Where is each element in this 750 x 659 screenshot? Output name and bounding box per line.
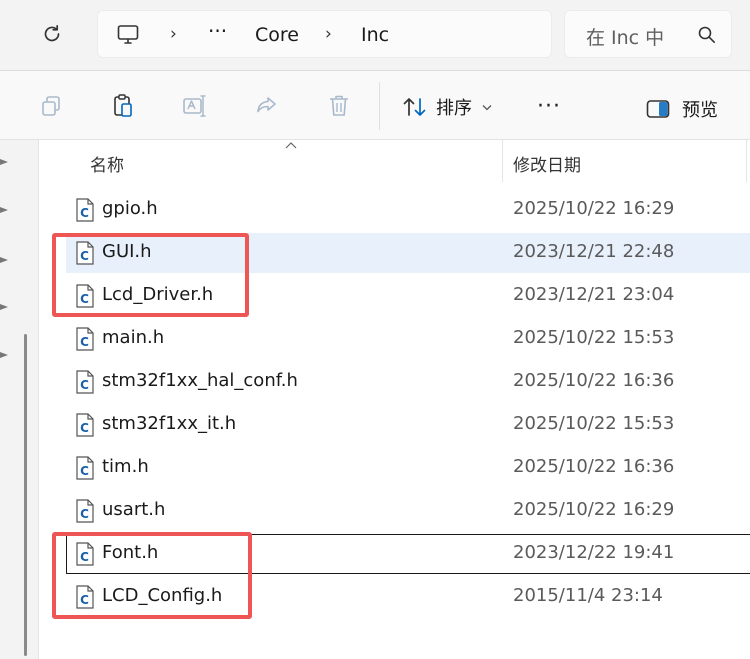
pin-icon[interactable]	[0, 157, 10, 167]
navigation-pane	[0, 140, 38, 659]
share-button[interactable]	[252, 91, 282, 121]
column-header-date[interactable]: 修改日期	[513, 151, 581, 176]
address-area: › ··· Core › Inc 在 Inc 中	[0, 0, 750, 70]
svg-text:C: C	[80, 335, 89, 349]
file-row[interactable]: C stm32f1xx_hal_conf.h 2025/10/22 16:36	[66, 362, 750, 402]
column-header-name[interactable]: 名称	[90, 151, 124, 176]
file-date: 2015/11/4 23:14	[513, 585, 663, 606]
sort-icon	[403, 98, 426, 116]
svg-text:C: C	[80, 378, 89, 392]
svg-text:C: C	[80, 507, 89, 521]
preview-label: 预览	[682, 100, 718, 121]
pin-icon[interactable]	[0, 350, 10, 360]
copy-icon	[42, 96, 60, 116]
c-header-file-icon: C	[76, 327, 94, 351]
breadcrumb-inc[interactable]: Inc	[361, 24, 389, 46]
pin-icon[interactable]	[0, 205, 10, 215]
rename-button[interactable]	[180, 91, 210, 121]
file-date: 2025/10/22 16:36	[513, 456, 675, 477]
preview-button[interactable]: 预览	[646, 96, 718, 122]
address-bar[interactable]: › ··· Core › Inc	[97, 10, 552, 58]
command-bar	[0, 71, 750, 139]
svg-text:C: C	[80, 421, 89, 435]
search-placeholder[interactable]: 在 Inc 中	[586, 23, 664, 50]
file-row[interactable]: C gpio.h 2025/10/22 16:29	[66, 190, 750, 230]
sort-label: 排序	[436, 98, 472, 119]
file-date: 2025/10/22 16:29	[513, 198, 675, 219]
file-row[interactable]: C tim.h 2025/10/22 16:36	[66, 448, 750, 488]
copy-button[interactable]	[36, 91, 66, 121]
svg-text:C: C	[80, 206, 89, 220]
refresh-icon	[44, 24, 60, 42]
file-name[interactable]: gpio.h	[102, 198, 158, 219]
file-row[interactable]: C usart.h 2025/10/22 16:29	[66, 491, 750, 531]
breadcrumb-separator[interactable]: ›	[170, 24, 177, 44]
share-icon	[257, 97, 276, 113]
more-options-button[interactable]: ···	[537, 94, 561, 119]
breadcrumb-core[interactable]: Core	[255, 24, 299, 46]
refresh-button[interactable]	[36, 18, 68, 50]
c-header-file-icon: C	[76, 456, 94, 480]
file-date: 2025/10/22 16:36	[513, 370, 675, 391]
trash-icon	[330, 95, 348, 116]
highlight-box	[52, 532, 252, 619]
chevron-down-icon	[482, 104, 492, 110]
preview-pane-icon	[646, 100, 670, 118]
delete-button[interactable]	[324, 91, 354, 121]
search-icon[interactable]	[697, 25, 717, 45]
c-header-file-icon: C	[76, 499, 94, 523]
file-row[interactable]: C main.h 2025/10/22 15:53	[66, 319, 750, 359]
breadcrumb-overflow[interactable]: ···	[208, 19, 227, 43]
c-header-file-icon: C	[76, 370, 94, 394]
column-divider[interactable]	[502, 140, 503, 182]
paste-icon	[114, 94, 132, 117]
navigation-scrollbar[interactable]	[24, 334, 27, 656]
pin-icon[interactable]	[0, 255, 10, 265]
breadcrumb-separator[interactable]: ›	[325, 24, 332, 44]
highlight-box	[52, 233, 249, 317]
sort-ascending-icon	[285, 142, 297, 149]
file-date: 2023/12/22 19:41	[513, 542, 675, 563]
toolbar-separator	[379, 82, 380, 130]
file-date: 2025/10/22 15:53	[513, 327, 675, 348]
column-divider[interactable]	[746, 140, 747, 182]
paste-button[interactable]	[108, 91, 138, 121]
file-date: 2023/12/21 22:48	[513, 241, 675, 262]
file-name[interactable]: usart.h	[102, 499, 165, 520]
column-header-row: 名称 修改日期	[39, 140, 750, 182]
file-name[interactable]: stm32f1xx_it.h	[102, 413, 236, 434]
pin-icon[interactable]	[0, 302, 10, 312]
file-row[interactable]: C stm32f1xx_it.h 2025/10/22 15:53	[66, 405, 750, 445]
file-name[interactable]: stm32f1xx_hal_conf.h	[102, 370, 298, 391]
this-pc-icon[interactable]	[116, 23, 140, 47]
rename-icon	[183, 95, 206, 117]
svg-text:C: C	[80, 464, 89, 478]
sort-button[interactable]: 排序	[402, 96, 492, 119]
file-date: 2025/10/22 15:53	[513, 413, 675, 434]
file-date: 2025/10/22 16:29	[513, 499, 675, 520]
file-date: 2023/12/21 23:04	[513, 284, 675, 305]
search-box[interactable]: 在 Inc 中	[564, 10, 732, 58]
file-name[interactable]: main.h	[102, 327, 164, 348]
file-name[interactable]: tim.h	[102, 456, 149, 477]
c-header-file-icon: C	[76, 413, 94, 437]
c-header-file-icon: C	[76, 198, 94, 222]
